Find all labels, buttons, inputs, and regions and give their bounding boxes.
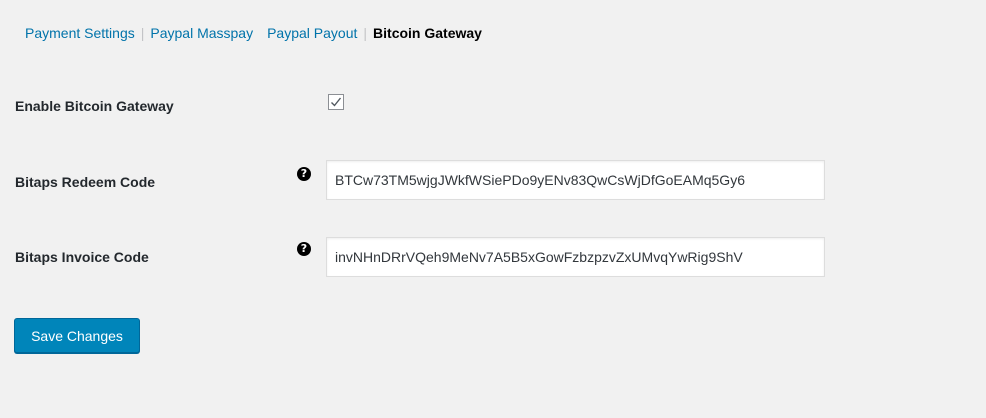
subnav-separator: | [363, 25, 368, 41]
bitaps-invoice-code-label: Bitaps Invoice Code [15, 249, 149, 265]
save-changes-button[interactable]: Save Changes [14, 318, 140, 353]
invoice-help-icon[interactable]: ? [297, 242, 311, 256]
redeem-help-icon[interactable]: ? [297, 167, 311, 181]
settings-subnav: Payment Settings | Paypal Masspay Paypal Pa… [25, 24, 482, 42]
enable-bitcoin-gateway-checkbox[interactable] [328, 94, 344, 110]
subnav-paypal-masspay[interactable]: Paypal Masspay [150, 25, 253, 41]
subnav-separator: | [140, 25, 145, 41]
bitaps-invoice-code-input[interactable] [326, 237, 825, 277]
enable-bitcoin-gateway-label: Enable Bitcoin Gateway [15, 98, 174, 114]
subnav-paypal-payout[interactable]: Paypal Payout [267, 25, 357, 41]
subnav-payment-settings[interactable]: Payment Settings [25, 25, 135, 41]
bitaps-redeem-code-input[interactable] [326, 160, 825, 200]
subnav-bitcoin-gateway-current: Bitcoin Gateway [373, 25, 482, 41]
bitaps-redeem-code-label: Bitaps Redeem Code [15, 174, 156, 190]
checkmark-icon [331, 97, 342, 107]
